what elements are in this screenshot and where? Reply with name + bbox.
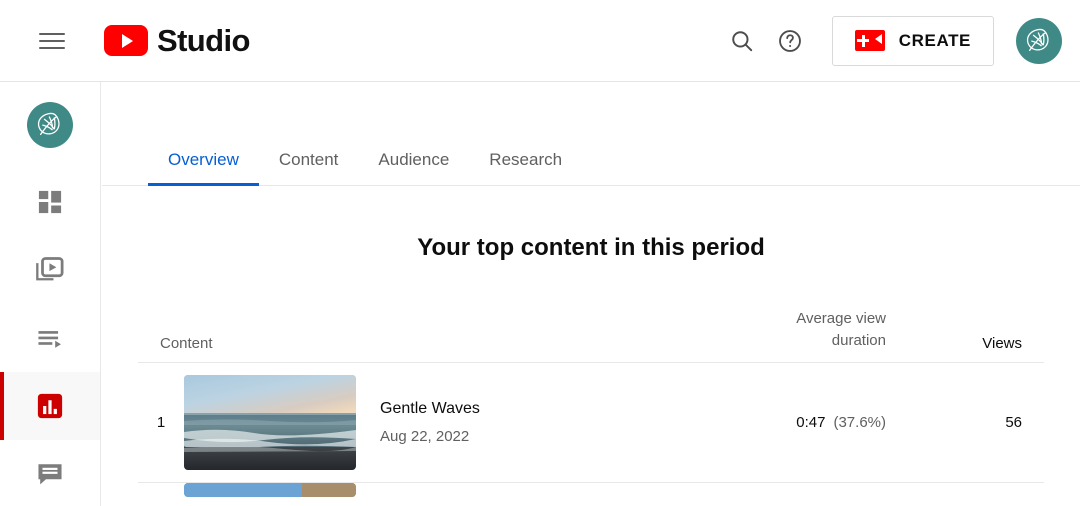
create-button[interactable]: CREATE — [831, 15, 994, 66]
sidebar-item-content[interactable] — [0, 236, 100, 304]
video-title[interactable]: Gentle Waves — [380, 398, 656, 420]
studio-brand-logo[interactable]: Studio — [104, 25, 250, 56]
ocean-sunset-thumbnail — [184, 375, 356, 470]
avg-view-duration-value: 0:47 — [796, 414, 826, 431]
column-header-avd-line2: duration — [831, 332, 886, 349]
cell-avg-view-duration: 0:47 (37.6%) — [656, 414, 886, 431]
page-title: Your top content in this period — [417, 234, 765, 261]
video-thumbnail-partial[interactable] — [184, 483, 356, 497]
table-row-partial[interactable] — [138, 483, 1044, 506]
sidebar-item-playlists[interactable] — [0, 304, 100, 372]
camera-lens — [874, 34, 882, 44]
hamburger-line — [39, 32, 65, 35]
sidebar-item-analytics[interactable] — [0, 372, 100, 440]
tab-content[interactable]: Content — [259, 150, 359, 185]
cell-views: 56 — [1005, 414, 1022, 431]
bar-chart-icon — [37, 393, 63, 419]
hamburger-icon[interactable] — [28, 17, 76, 65]
comment-bubble-icon — [38, 464, 62, 485]
search-icon[interactable] — [718, 17, 766, 65]
video-thumbnail[interactable] — [184, 375, 356, 470]
youtube-logo-icon — [104, 25, 148, 56]
help-circle-icon[interactable] — [766, 17, 814, 65]
create-button-label: CREATE — [898, 30, 971, 50]
top-content-table: Content Average view duration Views 1 Ge… — [102, 308, 1080, 506]
tab-overview[interactable]: Overview — [148, 150, 259, 186]
tab-audience[interactable]: Audience — [358, 150, 469, 185]
analytics-tabs: Overview Content Audience Research — [102, 82, 1080, 186]
left-sidebar — [0, 82, 101, 506]
partial-thumbnail — [184, 483, 356, 497]
row-rank: 1 — [156, 414, 166, 431]
video-meta: Gentle Waves Aug 22, 2022 — [356, 398, 656, 447]
dashboard-grid-icon — [38, 190, 62, 214]
sidebar-item-comments[interactable] — [0, 440, 100, 506]
brand-label: Studio — [157, 23, 250, 58]
avg-view-percentage-value: (37.6%) — [833, 414, 886, 431]
column-header-avg-view-duration[interactable]: Average view duration — [656, 308, 886, 352]
video-publish-date: Aug 22, 2022 — [380, 428, 470, 445]
plus-horizontal — [857, 39, 870, 42]
playlist-icon — [38, 331, 61, 348]
play-triangle — [122, 33, 133, 48]
sidebar-channel-avatar[interactable] — [27, 102, 73, 148]
youtube-studio-analytics-page: Studio CREATE Overview Content Audience … — [0, 0, 1080, 506]
tab-research[interactable]: Research — [469, 150, 582, 185]
avatar[interactable] — [1016, 17, 1062, 64]
table-header-row: Content Average view duration Views — [138, 308, 1044, 363]
table-row[interactable]: 1 Gentle Waves Aug 22, 2022 0:47 (37.6%)… — [138, 363, 1044, 483]
video-camera-plus-icon — [854, 30, 885, 51]
sidebar-channel-avatar-wrap — [0, 82, 100, 168]
sidebar-item-dashboard[interactable] — [0, 168, 100, 236]
video-stack-icon — [36, 257, 64, 281]
header-actions: CREATE — [718, 15, 1062, 66]
column-header-views[interactable]: Views — [886, 335, 1044, 352]
top-header-bar: Studio CREATE — [0, 0, 1080, 82]
main-content-area: Overview Content Audience Research Your … — [102, 82, 1080, 506]
column-header-content[interactable]: Content — [138, 335, 656, 352]
hamburger-line — [39, 46, 65, 49]
column-header-avd-line1: Average view — [796, 310, 886, 327]
hamburger-line — [39, 39, 65, 42]
